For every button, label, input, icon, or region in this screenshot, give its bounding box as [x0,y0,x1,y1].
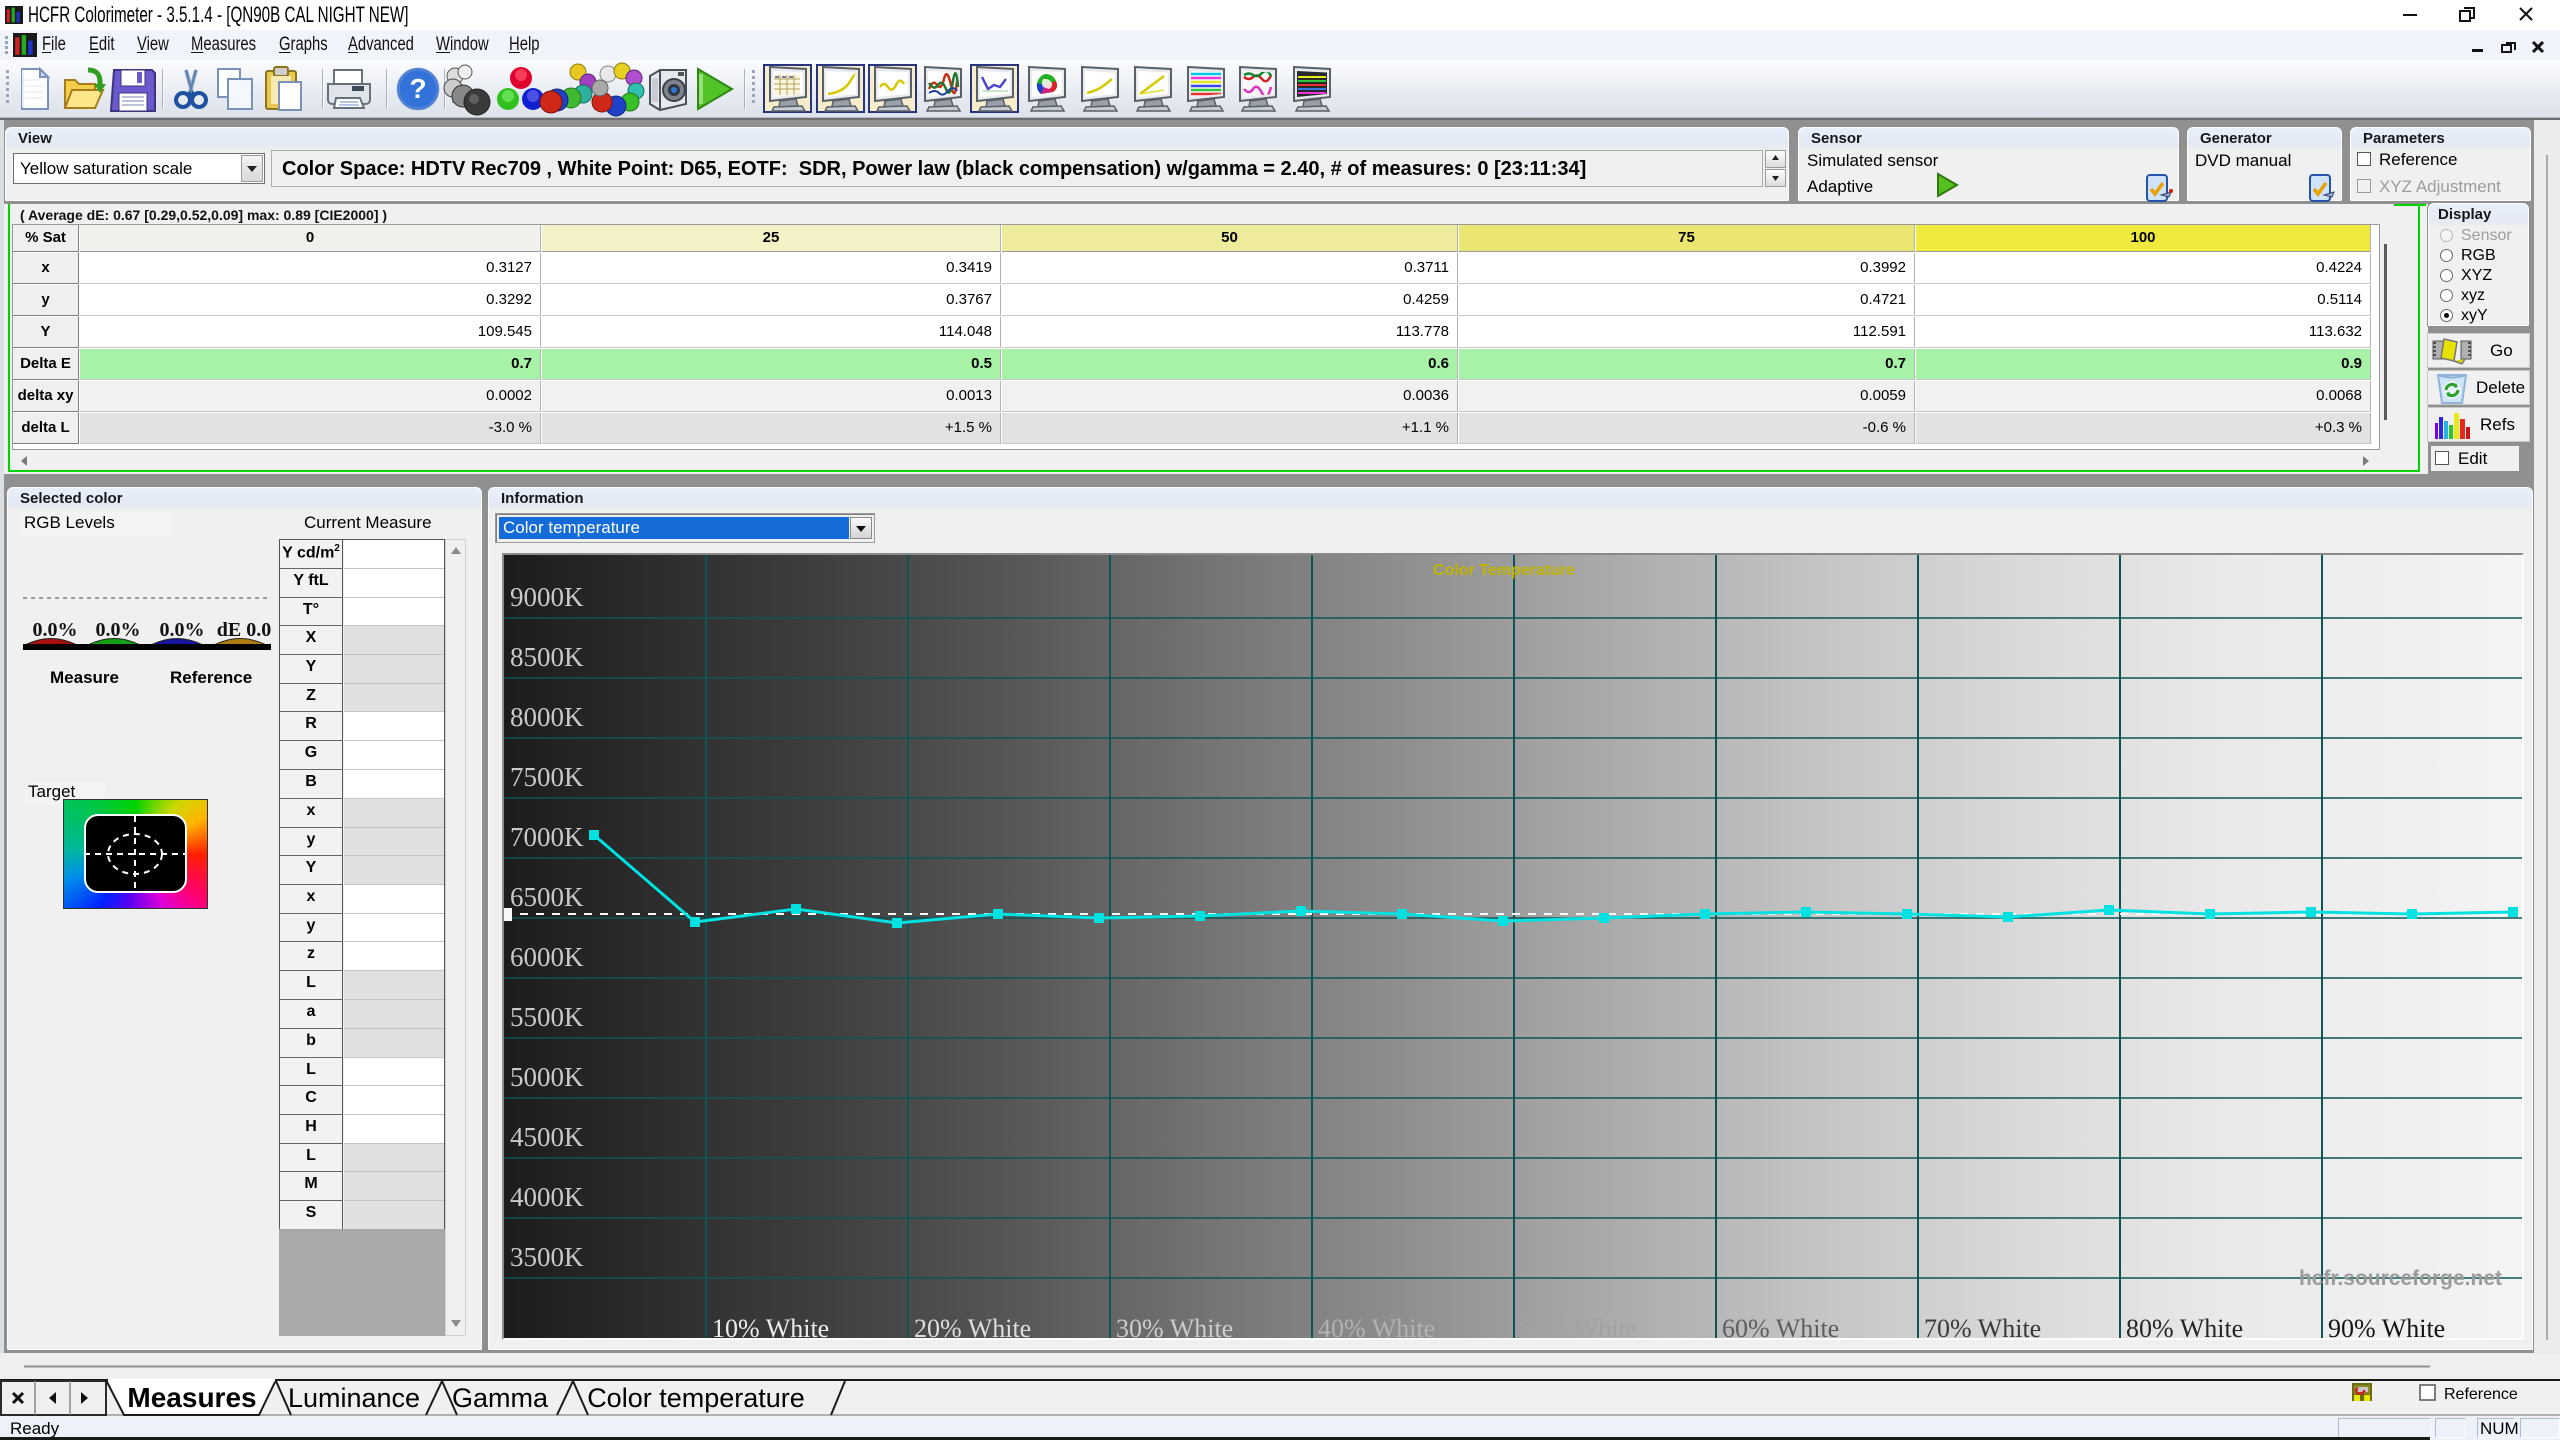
svg-text:50% White: 50% White [1520,1314,1637,1338]
svg-text:Reference: Reference [2444,1386,2518,1403]
svg-text:hcfr.sourceforge.net: hcfr.sourceforge.net [2299,1267,2502,1290]
svg-text:0.0%: 0.0% [96,619,141,641]
svg-text:90% White: 90% White [2328,1314,2445,1338]
svg-text:Color Temperature: Color Temperature [1433,562,1575,579]
svg-text:7000K: 7000K [510,822,584,852]
svg-text:8000K: 8000K [510,702,584,732]
svg-text:4000K: 4000K [510,1182,584,1212]
svg-text:Color temperature: Color temperature [587,1383,805,1413]
svg-text:dE 0.0: dE 0.0 [217,619,271,641]
svg-text:0.0%: 0.0% [33,619,78,641]
svg-text:3500K: 3500K [510,1242,584,1272]
svg-text:70% White: 70% White [1924,1314,2041,1338]
svg-text:80% White: 80% White [2126,1314,2243,1338]
svg-text:5000K: 5000K [510,1062,584,1092]
svg-text:7500K: 7500K [510,762,584,792]
svg-text:20% White: 20% White [914,1314,1031,1338]
svg-text:4500K: 4500K [510,1122,584,1152]
svg-text:40% White: 40% White [1318,1314,1435,1338]
svg-text:6500K: 6500K [510,882,584,912]
svg-text:60% White: 60% White [1722,1314,1839,1338]
svg-text:Measures: Measures [127,1382,256,1413]
svg-text:5500K: 5500K [510,1002,584,1032]
svg-text:9000K: 9000K [510,582,584,612]
svg-text:30% White: 30% White [1116,1314,1233,1338]
svg-text:?: ? [409,73,426,104]
svg-text:6000K: 6000K [510,942,584,972]
svg-text:0.0%: 0.0% [160,619,205,641]
svg-text:Luminance: Luminance [288,1383,420,1413]
svg-text:Gamma: Gamma [452,1383,549,1413]
svg-text:8500K: 8500K [510,642,584,672]
svg-text:10% White: 10% White [712,1314,829,1338]
